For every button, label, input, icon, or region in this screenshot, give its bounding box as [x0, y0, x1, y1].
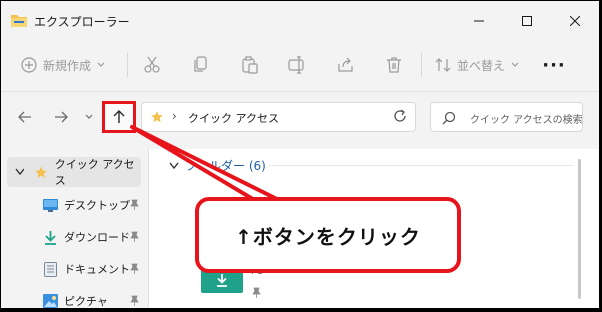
- annotation-callout: ↑ボタンをクリック: [195, 197, 461, 273]
- callout-text: ↑ボタンをクリック: [235, 224, 421, 249]
- explorer-window: エクスプローラー 新規作成 並べ替え ··· › クイック アクセス クイック …: [1, 1, 599, 308]
